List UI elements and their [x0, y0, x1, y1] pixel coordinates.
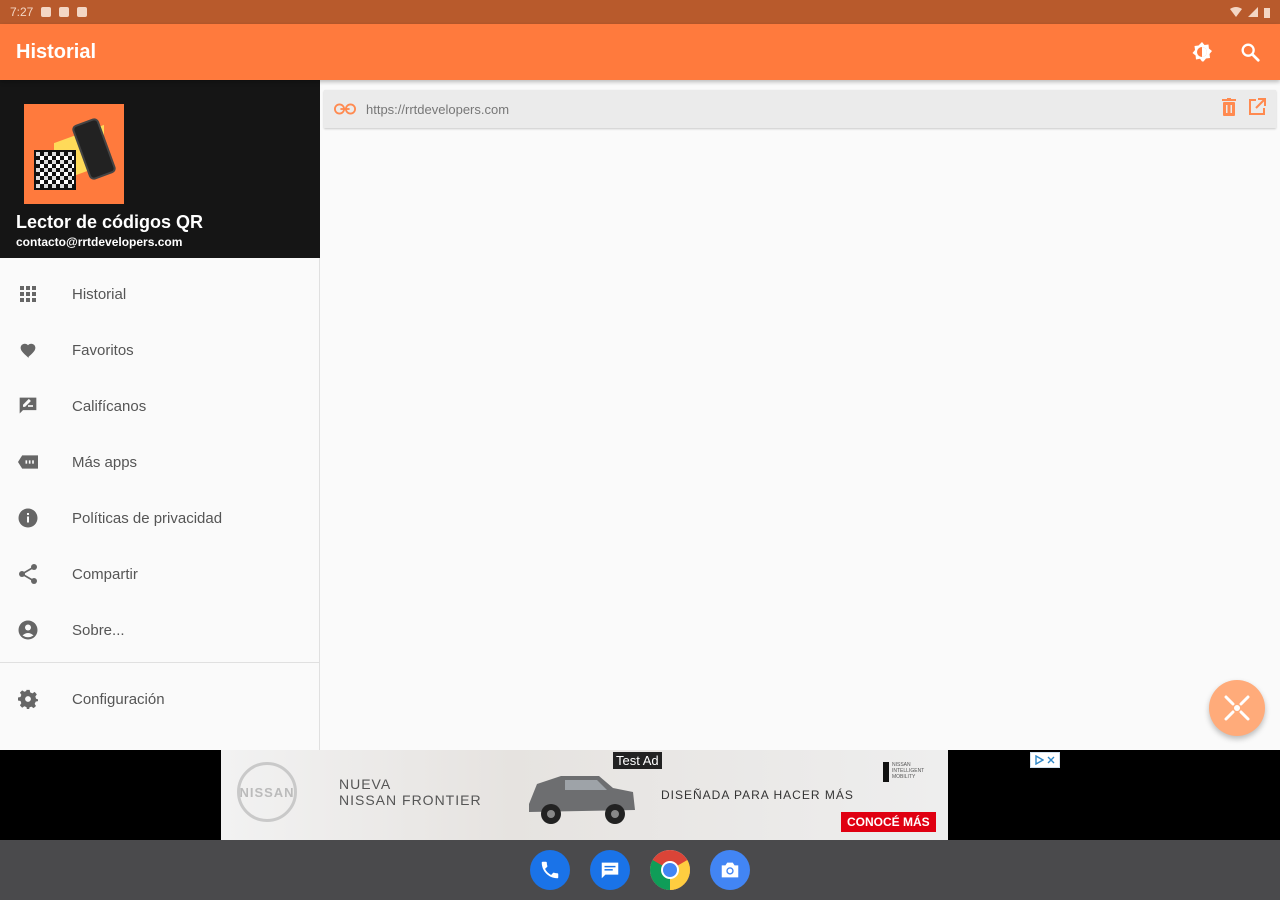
security-icon — [59, 7, 70, 17]
system-dock — [0, 840, 1280, 900]
menu-item-configuracion[interactable]: Configuración — [0, 671, 319, 727]
app-name: Lector de códigos QR — [16, 212, 204, 232]
brightness-icon — [1192, 42, 1212, 62]
brightness-button[interactable] — [1188, 38, 1216, 66]
menu-item-label: Favoritos — [72, 341, 134, 359]
close-icon — [1047, 756, 1055, 764]
menu-item-label: Compartir — [72, 565, 138, 583]
menu-item-favoritos[interactable]: Favoritos — [0, 322, 319, 378]
app-logo — [24, 104, 124, 204]
open-link-button[interactable] — [1248, 97, 1266, 121]
trash-icon — [1222, 97, 1236, 116]
ad-container: NISSAN NUEVA NISSAN FRONTIER DISEÑADA PA… — [0, 750, 1280, 840]
app-bar: Historial — [0, 24, 1280, 80]
test-ad-label: Test Ad — [613, 752, 662, 769]
messages-app-button[interactable] — [590, 850, 630, 890]
menu-item-mas-apps[interactable]: Más apps — [0, 434, 319, 490]
camera-app-button[interactable] — [710, 850, 750, 890]
search-button[interactable] — [1236, 38, 1264, 66]
chrome-icon — [650, 850, 690, 890]
menu-item-calificanos[interactable]: Califícanos — [0, 378, 319, 434]
camera-icon — [721, 862, 739, 878]
menu-item-label: Más apps — [72, 453, 138, 471]
status-time: 7:27 — [10, 5, 34, 19]
menu-item-historial[interactable]: Historial — [0, 266, 319, 322]
share-icon — [18, 564, 38, 584]
history-item-url: https://rrtdevelopers.com — [366, 101, 510, 117]
adchoices-button[interactable] — [1030, 752, 1060, 768]
search-icon — [1241, 43, 1260, 62]
drawer-divider — [0, 662, 319, 663]
phone-icon — [541, 861, 559, 879]
menu-item-label: Historial — [72, 285, 127, 303]
chrome-app-button[interactable] — [650, 850, 690, 890]
menu-item-label: Sobre... — [72, 621, 125, 639]
wifi-icon — [1230, 7, 1242, 17]
messages-icon — [601, 862, 619, 879]
app-email: contacto@rrtdevelopers.com — [16, 235, 183, 249]
ad-headline-1: NUEVA — [339, 776, 392, 792]
truck-image — [529, 776, 635, 824]
scan-icon — [1224, 695, 1250, 721]
menu-item-politicas[interactable]: Políticas de privacidad — [0, 490, 319, 546]
open-in-new-icon — [1249, 97, 1266, 115]
menu-item-compartir[interactable]: Compartir — [0, 546, 319, 602]
ad-banner[interactable]: NISSAN NUEVA NISSAN FRONTIER DISEÑADA PA… — [221, 750, 948, 840]
gear-icon — [18, 689, 38, 709]
rate-review-icon — [18, 396, 38, 416]
drawer-menu: Historial Favoritos Califícanos Más apps… — [0, 258, 319, 727]
account-icon — [18, 620, 38, 640]
history-list: https://rrtdevelopers.com — [322, 80, 1280, 750]
history-item[interactable]: https://rrtdevelopers.com — [324, 90, 1276, 128]
nissan-logo: NISSAN — [237, 762, 297, 822]
ad-tagline: DISEÑADA PARA HACER MÁS — [661, 788, 854, 802]
store-icon — [18, 452, 38, 472]
ad-headline-2: NISSAN FRONTIER — [339, 792, 482, 808]
heart-icon — [18, 340, 38, 360]
phone-app-button[interactable] — [530, 850, 570, 890]
ad-cta-button[interactable]: CONOCÉ MÁS — [841, 812, 936, 832]
menu-item-label: Políticas de privacidad — [72, 509, 223, 527]
sim-icon — [77, 7, 88, 17]
battery-icon — [1264, 7, 1270, 18]
menu-item-sobre[interactable]: Sobre... — [0, 602, 319, 658]
notification-icon — [41, 7, 52, 17]
status-bar: 7:27 — [0, 0, 1280, 24]
link-icon — [334, 103, 356, 115]
navigation-drawer: Lector de códigos QR contacto@rrtdevelop… — [0, 80, 320, 750]
menu-item-label: Configuración — [72, 690, 165, 708]
signal-icon — [1248, 7, 1258, 17]
ad-badge: NISSAN INTELLIGENT MOBILITY — [883, 762, 935, 782]
page-title: Historial — [16, 40, 97, 63]
menu-item-label: Califícanos — [72, 397, 147, 415]
delete-button[interactable] — [1222, 97, 1236, 121]
scan-fab-button[interactable] — [1209, 680, 1265, 736]
drawer-header: Lector de códigos QR contacto@rrtdevelop… — [0, 80, 320, 258]
adchoices-icon — [1035, 755, 1044, 765]
info-icon — [18, 508, 38, 528]
grid-icon — [18, 284, 38, 304]
